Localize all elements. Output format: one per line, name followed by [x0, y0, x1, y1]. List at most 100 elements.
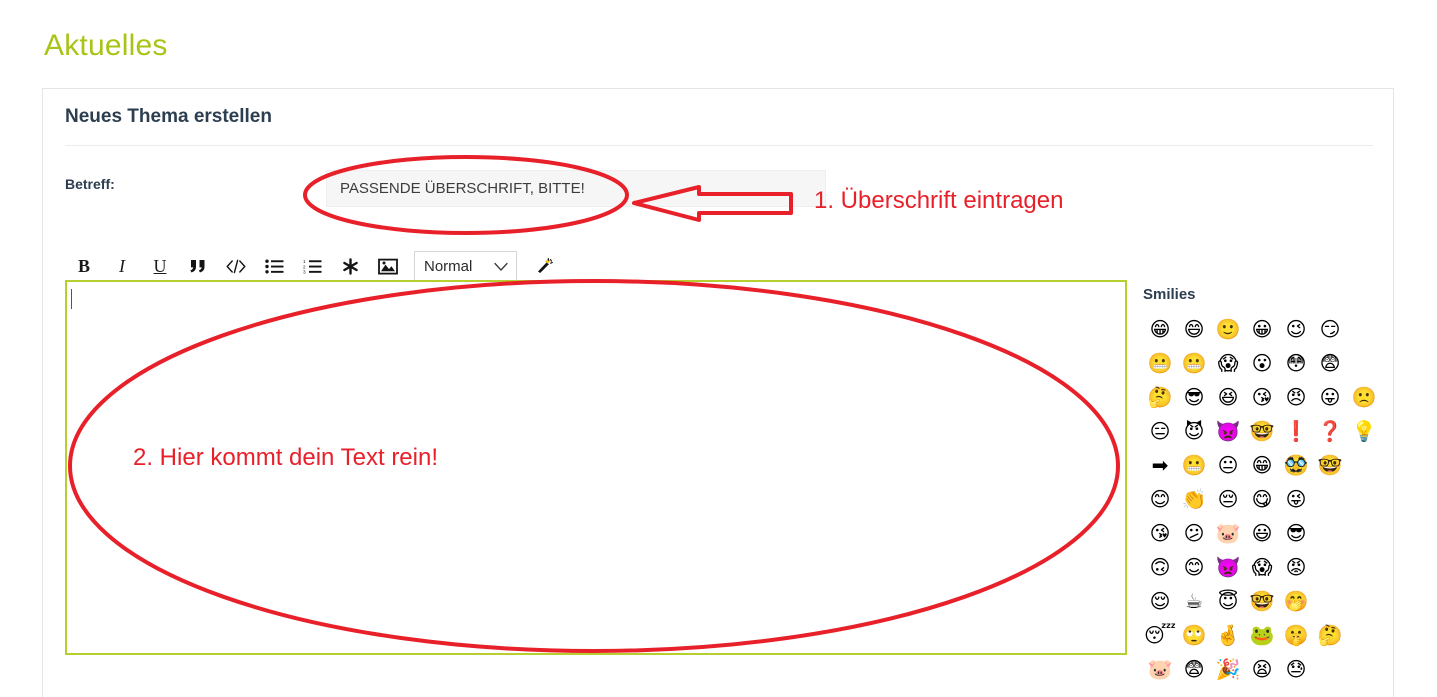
bullet-list-button[interactable] [255, 251, 293, 283]
smilie-button[interactable]: 😔 [1211, 482, 1245, 516]
subject-input[interactable] [326, 170, 826, 207]
smilie-button[interactable]: 🎉 [1211, 652, 1245, 686]
smilie-button[interactable]: 😓 [1279, 652, 1313, 686]
smilie-button[interactable]: 🤓 [1245, 414, 1279, 448]
smilie-button[interactable]: 🐷 [1211, 516, 1245, 550]
smilie-button[interactable]: 😋 [1245, 482, 1279, 516]
smilie-button[interactable]: 🤔 [1143, 380, 1177, 414]
image-icon [378, 258, 398, 275]
smilie-button[interactable]: 🤓 [1245, 584, 1279, 618]
underline-button[interactable]: U [141, 251, 179, 283]
annotation-step-2: 2. Hier kommt dein Text rein! [133, 444, 439, 471]
blockquote-button[interactable] [179, 251, 217, 283]
smilie-button[interactable]: 😁 [1143, 312, 1177, 346]
smilie-button[interactable]: 💡 [1347, 414, 1381, 448]
smilie-button[interactable]: 👏 [1177, 482, 1211, 516]
smilie-button[interactable]: 😌 [1143, 584, 1177, 618]
bullet-list-icon [264, 259, 283, 274]
smilie-button[interactable]: 😐 [1211, 448, 1245, 482]
smilies-grid: 😁 😄 🙂 😀 😉 😏 😬 😬 😱 😮 😳 😨 🤔 😎 😆 😘 😠 😛 🙁 😑 😈 👿 🤓 ❗ ❓ 💡 ➡ 😬 😐 😁 🥸 🤓 😊 👏 😔 😋 😜 😘 😕 🐷… [1143, 312, 1393, 686]
smilie-button[interactable]: 🤫 [1279, 618, 1313, 652]
bold-button[interactable]: B [65, 251, 103, 283]
smilie-button[interactable]: 😏 [1313, 312, 1347, 346]
clear-formatting-button[interactable] [525, 251, 563, 283]
smilie-button[interactable]: 🥸 [1279, 448, 1313, 482]
card-divider [65, 145, 1373, 146]
smilie-row: 🐷 😨 🎉 😫 😓 [1143, 652, 1393, 686]
smilie-button[interactable]: 😈 [1177, 414, 1211, 448]
smilie-button[interactable]: 😁 [1245, 448, 1279, 482]
text-caret [71, 289, 72, 309]
insert-image-button[interactable] [369, 251, 407, 283]
smilie-button[interactable]: 😕 [1177, 516, 1211, 550]
smilie-button[interactable]: 😆 [1211, 380, 1245, 414]
smilie-button[interactable]: 👿 [1211, 550, 1245, 584]
smilie-button[interactable]: 😛 [1313, 380, 1347, 414]
smilie-row: 😊 👏 😔 😋 😜 [1143, 482, 1393, 516]
smilie-button[interactable]: 😃 [1245, 516, 1279, 550]
smilie-button[interactable]: 😜 [1279, 482, 1313, 516]
smilie-button[interactable]: 🐸 [1245, 618, 1279, 652]
smilie-button[interactable]: 🤭 [1279, 584, 1313, 618]
smilies-title: Smilies [1143, 286, 1196, 303]
smilie-button[interactable]: 👿 [1211, 414, 1245, 448]
quote-icon [189, 260, 204, 273]
code-icon [226, 259, 246, 274]
smilie-button[interactable]: 😴 [1143, 618, 1177, 652]
smilie-button[interactable]: ➡ [1143, 448, 1177, 482]
smilie-button[interactable]: ❗ [1279, 414, 1313, 448]
editor-toolbar: B I U 1 2 3 Normal [65, 249, 1373, 284]
smilie-button[interactable]: 😘 [1143, 516, 1177, 550]
smilie-button[interactable]: 😘 [1245, 380, 1279, 414]
smilie-button[interactable]: 😨 [1177, 652, 1211, 686]
smilies-panel: Smilies 😁 😄 🙂 😀 😉 😏 😬 😬 😱 😮 😳 😨 🤔 😎 😆 😘 😠 😛 🙁 😑 😈 👿 🤓 ❗ ❓ 💡 ➡ 😬 😐 😁 🥸 🤓… [1143, 286, 1393, 686]
numbered-list-button[interactable]: 1 2 3 [293, 251, 331, 283]
subject-label: Betreff: [65, 176, 115, 192]
annotation-step-1: 1. Überschrift eintragen [814, 187, 1064, 214]
format-select[interactable]: Normal [414, 251, 517, 282]
card-title: Neues Thema erstellen [65, 106, 272, 127]
smilie-row: 😬 😬 😱 😮 😳 😨 [1143, 346, 1393, 380]
smilie-button[interactable]: 🙃 [1143, 550, 1177, 584]
smilie-button[interactable]: 😬 [1177, 448, 1211, 482]
smilie-button[interactable]: 😀 [1245, 312, 1279, 346]
smilie-button[interactable]: 🤔 [1313, 618, 1347, 652]
smilie-button[interactable]: ☕ [1177, 584, 1211, 618]
smilie-row: 😘 😕 🐷 😃 😎 [1143, 516, 1393, 550]
smilie-button[interactable]: 🙂 [1211, 312, 1245, 346]
smilie-button[interactable]: 😠 [1279, 380, 1313, 414]
smilie-row: 😑 😈 👿 🤓 ❗ ❓ 💡 [1143, 414, 1393, 448]
asterisk-button[interactable] [331, 251, 369, 283]
smilie-button[interactable]: 😎 [1279, 516, 1313, 550]
smilie-button[interactable]: 😬 [1143, 346, 1177, 380]
smilie-button[interactable]: 😬 [1177, 346, 1211, 380]
smilie-button[interactable]: 🤓 [1313, 448, 1347, 482]
code-button[interactable] [217, 251, 255, 283]
smilie-button[interactable]: 😉 [1279, 312, 1313, 346]
smilie-button[interactable]: 😫 [1245, 652, 1279, 686]
svg-text:3: 3 [303, 270, 306, 274]
smilie-button[interactable]: 😱 [1211, 346, 1245, 380]
smilie-button[interactable]: 😄 [1177, 312, 1211, 346]
smilie-button[interactable]: 😳 [1279, 346, 1313, 380]
italic-button[interactable]: I [103, 251, 141, 283]
smilie-button[interactable]: 🙄 [1177, 618, 1211, 652]
smilie-row: 😁 😄 🙂 😀 😉 😏 [1143, 312, 1393, 346]
smilie-button[interactable]: 😮 [1245, 346, 1279, 380]
format-select-value: Normal [424, 258, 473, 275]
smilie-button[interactable]: 😨 [1313, 346, 1347, 380]
smilie-button[interactable]: ❓ [1313, 414, 1347, 448]
magic-wand-icon [538, 257, 553, 273]
numbered-list-icon: 1 2 3 [303, 259, 321, 274]
smilie-button[interactable]: 😱 [1245, 550, 1279, 584]
smilie-button[interactable]: 🐷 [1143, 652, 1177, 686]
smilie-button[interactable]: 😎 [1177, 380, 1211, 414]
smilie-button[interactable]: 😡 [1279, 550, 1313, 584]
smilie-button[interactable]: 🙁 [1347, 380, 1381, 414]
smilie-row: ➡ 😬 😐 😁 🥸 🤓 [1143, 448, 1393, 482]
smilie-button[interactable]: 😊 [1143, 482, 1177, 516]
smilie-button[interactable]: 😇 [1211, 584, 1245, 618]
smilie-button[interactable]: 😊 [1177, 550, 1211, 584]
smilie-button[interactable]: 🤞 [1211, 618, 1245, 652]
smilie-button[interactable]: 😑 [1143, 414, 1177, 448]
